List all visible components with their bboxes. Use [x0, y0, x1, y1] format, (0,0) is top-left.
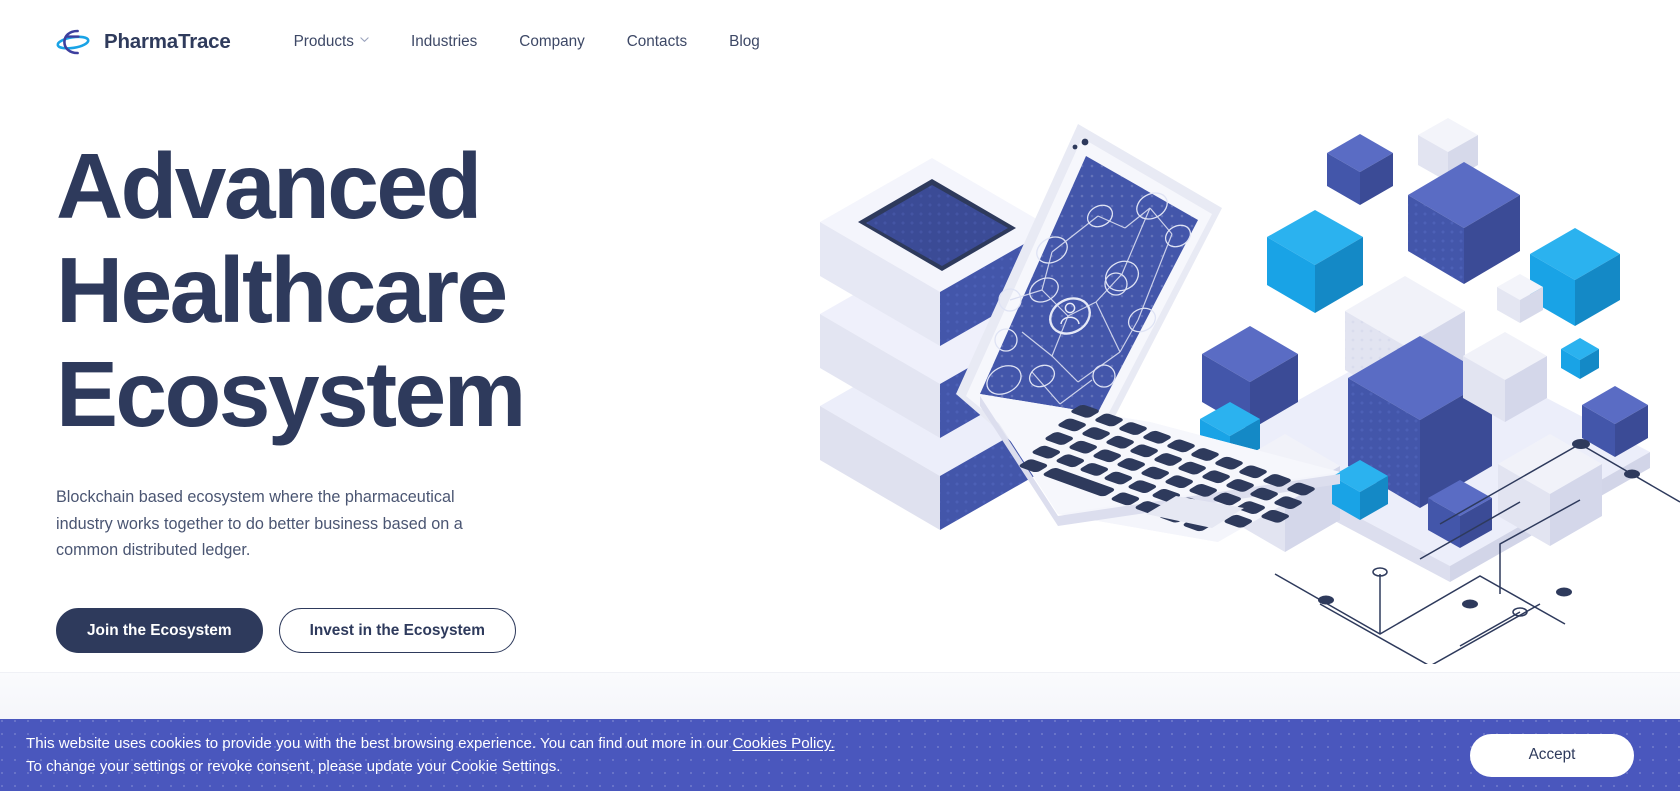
circuit-nodes — [1318, 439, 1640, 617]
chevron-down-icon — [360, 35, 369, 44]
page-title: Advanced Healthcare Ecosystem — [56, 134, 526, 447]
nav-item-industries[interactable]: Industries — [390, 26, 498, 57]
circuit-traces — [1274, 443, 1680, 664]
hero-copy: Advanced Healthcare Ecosystem Blockchain… — [56, 134, 676, 654]
cube-platform — [1220, 332, 1650, 582]
nav-item-label: Industries — [410, 33, 478, 51]
next-section-divider — [0, 672, 1680, 719]
nav-item-label: Company — [519, 33, 585, 51]
cookie-text-line2: To change your settings or revoke consen… — [26, 758, 561, 775]
nav-item-label: Blog — [729, 33, 760, 51]
server-stack — [820, 158, 1052, 530]
landing-page: PharmaTrace Products Industries Company … — [0, 0, 1680, 791]
accept-cookies-button[interactable]: Accept — [1470, 733, 1634, 777]
join-ecosystem-button[interactable]: Join the Ecosystem — [56, 608, 263, 654]
invest-ecosystem-button[interactable]: Invest in the Ecosystem — [278, 608, 516, 654]
cookies-policy-link[interactable]: Cookies Policy. — [732, 735, 834, 752]
cookie-consent-banner: This website uses cookies to provide you… — [0, 719, 1680, 791]
nav-item-company[interactable]: Company — [498, 26, 605, 57]
hero-subtitle: Blockchain based ecosystem where the pha… — [56, 488, 463, 559]
pharmatrace-atom-logo-icon — [56, 25, 90, 59]
hero-cta-group: Join the Ecosystem Invest in the Ecosyst… — [56, 608, 676, 654]
cookie-consent-text: This website uses cookies to provide you… — [26, 732, 835, 779]
laptop — [956, 124, 1340, 542]
isometric-blockchain-illustration — [820, 104, 1680, 664]
nav-item-products[interactable]: Products — [273, 26, 390, 57]
site-header: PharmaTrace Products Industries Company … — [0, 0, 1680, 84]
main-navigation: Products Industries Company Contacts Blo… — [273, 26, 781, 57]
nav-item-contacts[interactable]: Contacts — [606, 26, 708, 57]
nav-item-blog[interactable]: Blog — [708, 26, 781, 57]
brand-name: PharmaTrace — [104, 30, 231, 53]
nav-item-label: Products — [293, 33, 354, 51]
cookie-text-line1: This website uses cookies to provide you… — [26, 734, 733, 752]
floating-cubes — [1180, 118, 1648, 552]
nav-item-label: Contacts — [626, 33, 688, 51]
hero-section: Advanced Healthcare Ecosystem Blockchain… — [0, 84, 1680, 672]
brand-logo-link[interactable]: PharmaTrace — [56, 25, 231, 59]
